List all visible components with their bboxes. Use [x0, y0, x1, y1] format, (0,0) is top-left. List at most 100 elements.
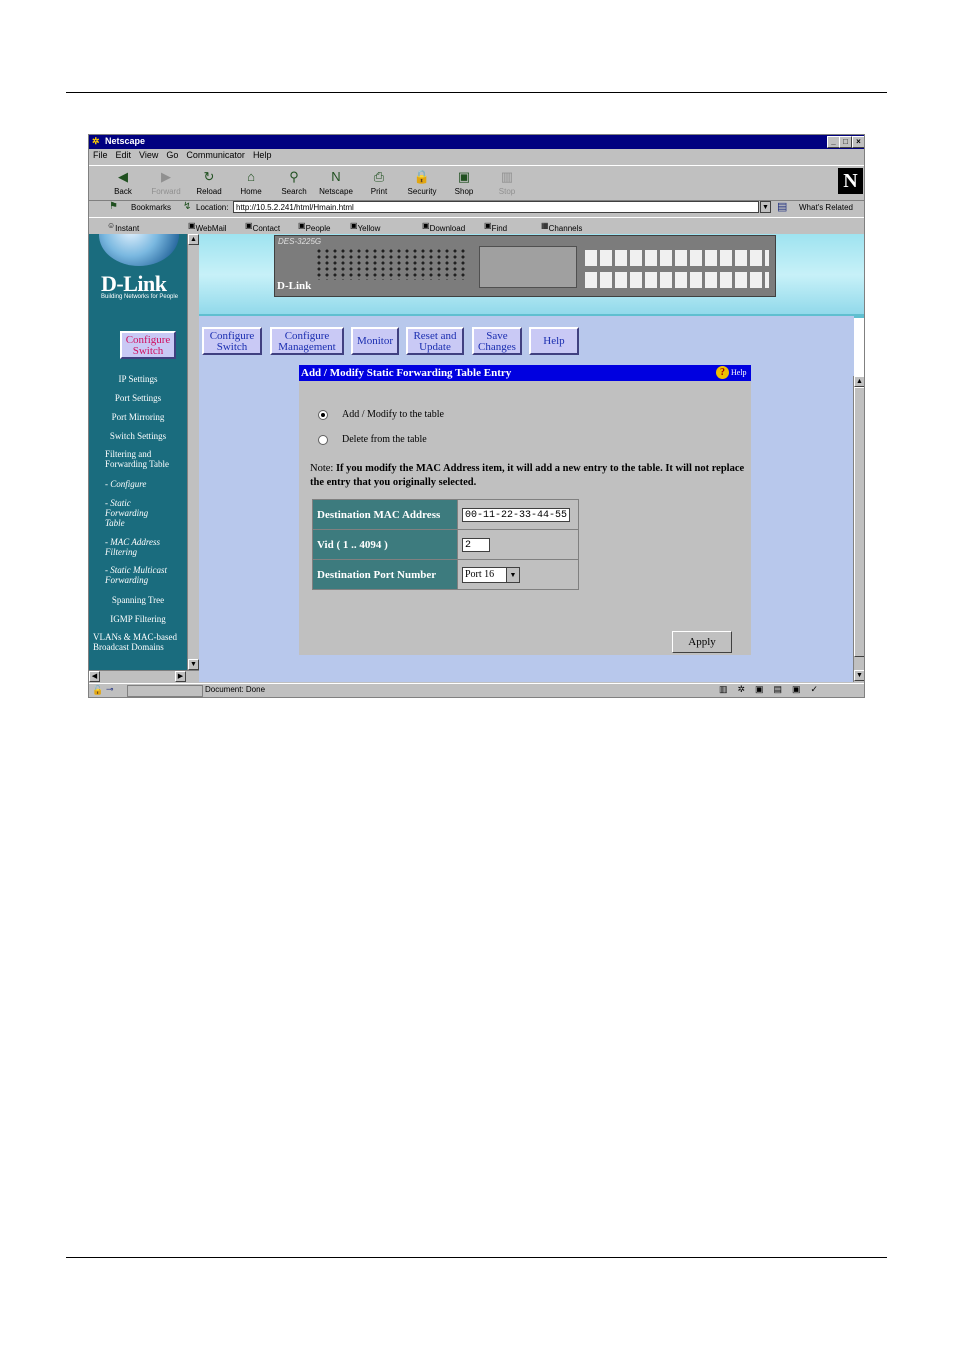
device-ethernet-ports-bottom — [585, 272, 769, 288]
panel-header: Add / Modify Static Forwarding Table Ent… — [299, 365, 751, 381]
status-component-icons[interactable]: ▥✲▣▤▣✓ — [719, 684, 828, 695]
printer-icon: ⎙ — [373, 169, 385, 184]
switch-banner: DES-3225G D-Link — [199, 234, 864, 318]
content-scroll-up-icon[interactable]: ▲ — [854, 376, 864, 387]
sidebar-item-igmp-filtering[interactable]: IGMP Filtering — [89, 614, 187, 624]
menu-go[interactable]: Go — [166, 150, 178, 160]
back-button[interactable]: ◀ Back — [103, 168, 143, 196]
webmail-link[interactable]: ▣ WebMail — [188, 221, 227, 233]
globe-icon — [99, 234, 179, 266]
connection-icon: ⊸ — [106, 684, 114, 694]
sidebar-item-mac-address-filtering[interactable]: - MAC Address Filtering — [105, 537, 183, 557]
sidebar-scrollbar[interactable]: ▲ ▼ — [187, 234, 199, 670]
header-rule — [66, 92, 887, 93]
nav-help-button[interactable]: Help — [529, 327, 579, 355]
close-icon[interactable]: × — [852, 136, 864, 148]
sidebar-item-switch-settings[interactable]: Switch Settings — [89, 431, 187, 441]
nav-configure-switch-button[interactable]: Configure Switch — [202, 327, 262, 355]
sidebar-item-configure[interactable]: - Configure — [105, 479, 187, 489]
menu-file[interactable]: File — [93, 150, 108, 160]
delete-label: Delete from the table — [342, 434, 427, 445]
destination-port-label: Destination Port Number — [312, 559, 458, 590]
stop-icon: ▥ — [500, 169, 514, 184]
menu-communicator[interactable]: Communicator — [186, 150, 245, 160]
sidebar-item-ip-settings[interactable]: IP Settings — [89, 374, 187, 384]
mac-address-input[interactable]: 00-11-22-33-44-55 — [462, 507, 570, 522]
url-input[interactable]: http://10.5.2.241/html/Hmain.html — [233, 201, 759, 213]
search-button[interactable]: ⚲ Search — [274, 168, 314, 196]
menu-view[interactable]: View — [139, 150, 158, 160]
lock-icon: 🔒 — [413, 169, 431, 184]
stop-button[interactable]: ▥ Stop — [487, 168, 527, 196]
instant-message-link[interactable]: ☺ Instant Message — [107, 221, 148, 242]
search-icon: ⚲ — [289, 169, 299, 184]
device-ethernet-ports-top — [585, 250, 769, 266]
reload-button[interactable]: ↻ Reload — [189, 168, 229, 196]
sidebar-item-filtering-forwarding[interactable]: Filtering and Forwarding Table — [105, 449, 187, 469]
nav-monitor-button[interactable]: Monitor — [351, 327, 399, 355]
chevron-down-icon[interactable]: ▼ — [506, 567, 519, 582]
download-link[interactable]: ▣ Download — [422, 221, 465, 233]
people-link[interactable]: ▣ People — [298, 221, 330, 233]
sidebar-item-port-settings[interactable]: Port Settings — [89, 393, 187, 403]
content-scrollbar[interactable]: ▲ ▼ — [853, 376, 864, 682]
home-button[interactable]: ⌂ Home — [231, 168, 271, 196]
mac-address-label: Destination MAC Address — [312, 499, 458, 530]
dlink-tagline: Building Networks for People — [101, 294, 179, 300]
nav-reset-update-button[interactable]: Reset and Update — [406, 327, 464, 355]
security-button[interactable]: 🔒 Security — [402, 168, 442, 196]
channels-link[interactable]: ▦ Channels — [541, 221, 582, 233]
find-sites-link[interactable]: ▣ Find Sites — [484, 221, 509, 242]
nav-save-changes-button[interactable]: Save Changes — [472, 327, 522, 355]
sidebar-item-static-forwarding-table[interactable]: - Static Forwarding Table — [105, 498, 169, 528]
help-link[interactable]: Help — [731, 365, 747, 381]
help-icon[interactable]: ? — [716, 366, 729, 379]
personal-toolbar: ☺ Instant Message ▣ WebMail ▣ Contact ▣ … — [89, 217, 864, 242]
contact-link[interactable]: ▣ Contact — [245, 221, 280, 233]
menu-edit[interactable]: Edit — [116, 150, 132, 160]
shop-button[interactable]: ▣ Shop — [444, 168, 484, 196]
scroll-down-icon[interactable]: ▼ — [188, 659, 199, 670]
apply-button[interactable]: Apply — [672, 631, 732, 653]
print-button[interactable]: ⎙ Print — [359, 168, 399, 196]
scroll-left-icon[interactable]: ◀ — [89, 671, 100, 682]
vid-label: Vid ( 1 .. 4094 ) — [312, 529, 458, 560]
maximize-icon[interactable]: □ — [839, 136, 852, 148]
sidebar-item-spanning-tree[interactable]: Spanning Tree — [89, 595, 187, 605]
title-bar: ✲ Netscape _ □ × — [89, 135, 864, 149]
add-modify-radio[interactable] — [318, 410, 328, 420]
menu-bar: File Edit View Go Communicator Help — [89, 149, 864, 163]
menu-help[interactable]: Help — [253, 150, 272, 160]
netscape-button[interactable]: N Netscape — [316, 168, 356, 196]
whats-related-button[interactable]: What's Related — [799, 203, 853, 212]
configure-switch-button[interactable]: Configure Switch — [120, 331, 176, 359]
navigation-toolbar: ◀ Back ▶ Forward ↻ Reload ⌂ Home ⚲ Search N Ne… — [89, 165, 864, 201]
yellow-pages-link[interactable]: ▣ Yellow Pages — [350, 221, 380, 242]
location-bar: ⚑ Bookmarks ↯ Location: http://10.5.2.24… — [89, 199, 864, 216]
document-area: D-Link Building Networks for People Conf… — [89, 234, 864, 682]
forward-button[interactable]: ▶ Forward — [146, 168, 186, 196]
switch-front-panel: DES-3225G D-Link — [274, 235, 776, 297]
sidebar-item-port-mirroring[interactable]: Port Mirroring — [89, 412, 187, 422]
sidebar-item-static-multicast-forwarding[interactable]: - Static Multicast Forwarding — [105, 565, 187, 585]
delete-radio[interactable] — [318, 435, 328, 445]
nav-configure-management-button[interactable]: Configure Management — [270, 327, 344, 355]
content-scroll-down-icon[interactable]: ▼ — [854, 670, 864, 681]
bookmarks-button[interactable]: Bookmarks — [131, 203, 171, 212]
location-label: Location: — [196, 203, 229, 212]
window-title: Netscape — [105, 136, 146, 146]
scroll-right-icon[interactable]: ▶ — [175, 671, 186, 682]
sidebar-hscrollbar[interactable]: ◀ ▶ — [89, 670, 199, 682]
content-scroll-thumb[interactable] — [854, 387, 864, 657]
sidebar-item-vlans[interactable]: VLANs & MAC-based Broadcast Domains — [93, 632, 187, 652]
add-modify-label: Add / Modify to the table — [342, 409, 444, 420]
url-dropdown-icon[interactable]: ▼ — [760, 201, 771, 213]
footer-rule — [66, 1257, 887, 1258]
netscape-logo-icon: N — [838, 168, 863, 194]
security-status-icon: 🔓 — [92, 685, 104, 695]
destination-port-select[interactable]: Port 16 ▼ — [462, 566, 520, 583]
netscape-icon: N — [331, 169, 341, 184]
scroll-up-icon[interactable]: ▲ — [188, 234, 199, 245]
vid-input[interactable]: 2 — [462, 537, 490, 552]
device-console-port — [479, 246, 577, 288]
